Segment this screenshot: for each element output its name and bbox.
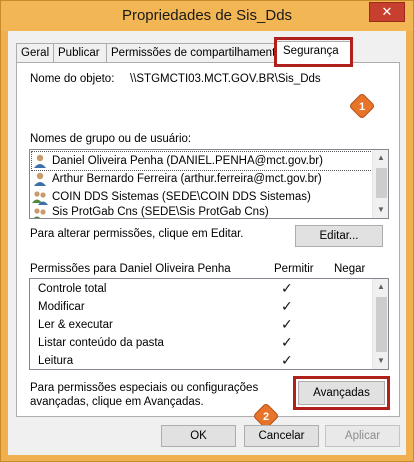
tab-permissoes-compartilhamento[interactable]: Permissões de compartilhamento (106, 43, 282, 63)
permissions-scrollbar[interactable]: ▲ ▼ (372, 279, 388, 369)
edit-button[interactable]: Editar... (295, 225, 383, 247)
permission-name: Leitura (38, 355, 74, 367)
group-row[interactable]: Daniel Oliveira Penha (DANIEL.PENHA@mct.… (31, 151, 373, 171)
edit-hint: Para alterar permissões, clique em Edita… (30, 228, 244, 240)
close-button[interactable]: ✕ (369, 2, 405, 22)
group-icon (32, 189, 48, 205)
scroll-up-icon[interactable]: ▲ (373, 150, 389, 166)
advanced-hint-line1: Para permissões especiais ou configuraçõ… (30, 382, 259, 394)
permissions-listbox[interactable]: Controle total Modificar Ler & executar … (29, 278, 389, 370)
tab-strip: Geral Publicar Permissões de compartilha… (16, 37, 400, 67)
groups-label: Nomes de grupo ou de usuário: (30, 133, 192, 145)
groups-listbox[interactable]: Daniel Oliveira Penha (DANIEL.PENHA@mct.… (29, 149, 389, 219)
callout-1-number: 1 (359, 101, 365, 113)
check-icon: ✓ (281, 298, 293, 314)
user-icon (32, 153, 48, 169)
object-name-label: Nome do objeto: (30, 73, 115, 85)
permissions-header: Permissões para Daniel Oliveira Penha (30, 263, 231, 275)
group-name: Sis ProtGab Cns (SEDE\Sis ProtGab Cns) (52, 206, 269, 218)
title-bar[interactable]: Propriedades de Sis_Dds ✕ (1, 1, 413, 31)
close-icon: ✕ (381, 4, 393, 19)
apply-button[interactable]: Aplicar (325, 425, 400, 447)
scroll-up-icon[interactable]: ▲ (373, 279, 389, 295)
tab-publicar[interactable]: Publicar (53, 43, 107, 63)
scroll-thumb[interactable] (376, 297, 387, 352)
scroll-thumb[interactable] (376, 168, 387, 198)
properties-window: Propriedades de Sis_Dds ✕ Geral Publicar… (0, 0, 414, 462)
groups-scrollbar[interactable]: ▲ ▼ (372, 150, 388, 218)
group-name: Arthur Bernardo Ferreira (arthur.ferreir… (52, 173, 322, 185)
scroll-down-icon[interactable]: ▼ (373, 353, 389, 369)
tab-highlight-box (274, 37, 353, 67)
permission-name: Controle total (38, 283, 107, 295)
group-row[interactable]: Arthur Bernardo Ferreira (arthur.ferreir… (32, 170, 372, 188)
group-icon (32, 206, 48, 218)
callout-1-badge: 1 (350, 94, 374, 118)
group-name: COIN DDS Sistemas (SEDE\COIN DDS Sistema… (52, 191, 311, 203)
user-icon (32, 171, 48, 187)
dialog-client-area: Geral Publicar Permissões de compartilha… (8, 31, 406, 455)
group-row[interactable]: Sis ProtGab Cns (SEDE\Sis ProtGab Cns) (32, 206, 372, 218)
permission-name: Listar conteúdo da pasta (38, 337, 164, 349)
deny-column-header: Negar (334, 263, 366, 275)
check-icon: ✓ (281, 280, 293, 296)
ok-button[interactable]: OK (161, 425, 236, 447)
check-icon: ✓ (281, 334, 293, 350)
check-icon: ✓ (281, 316, 293, 332)
tab-geral[interactable]: Geral (16, 43, 54, 63)
advanced-button[interactable]: Avançadas (298, 381, 385, 405)
advanced-hint-line2: avançadas, clique em Avançadas. (30, 396, 204, 408)
scroll-down-icon[interactable]: ▼ (373, 202, 389, 218)
permission-name: Ler & executar (38, 319, 113, 331)
window-title: Propriedades de Sis_Dds (121, 7, 293, 24)
group-row[interactable]: COIN DDS Sistemas (SEDE\COIN DDS Sistema… (32, 188, 372, 206)
allow-column-header: Permitir (274, 263, 314, 275)
object-name-value: \\STGMCTI03.MCT.GOV.BR\Sis_Dds (130, 73, 321, 85)
group-name: Daniel Oliveira Penha (DANIEL.PENHA@mct.… (52, 155, 323, 167)
check-icon: ✓ (281, 352, 293, 368)
cancel-button[interactable]: Cancelar (244, 425, 319, 447)
callout-2-number: 2 (263, 411, 269, 423)
permission-name: Modificar (38, 301, 85, 313)
security-panel: Nome do objeto: \\STGMCTI03.MCT.GOV.BR\S… (16, 62, 400, 428)
